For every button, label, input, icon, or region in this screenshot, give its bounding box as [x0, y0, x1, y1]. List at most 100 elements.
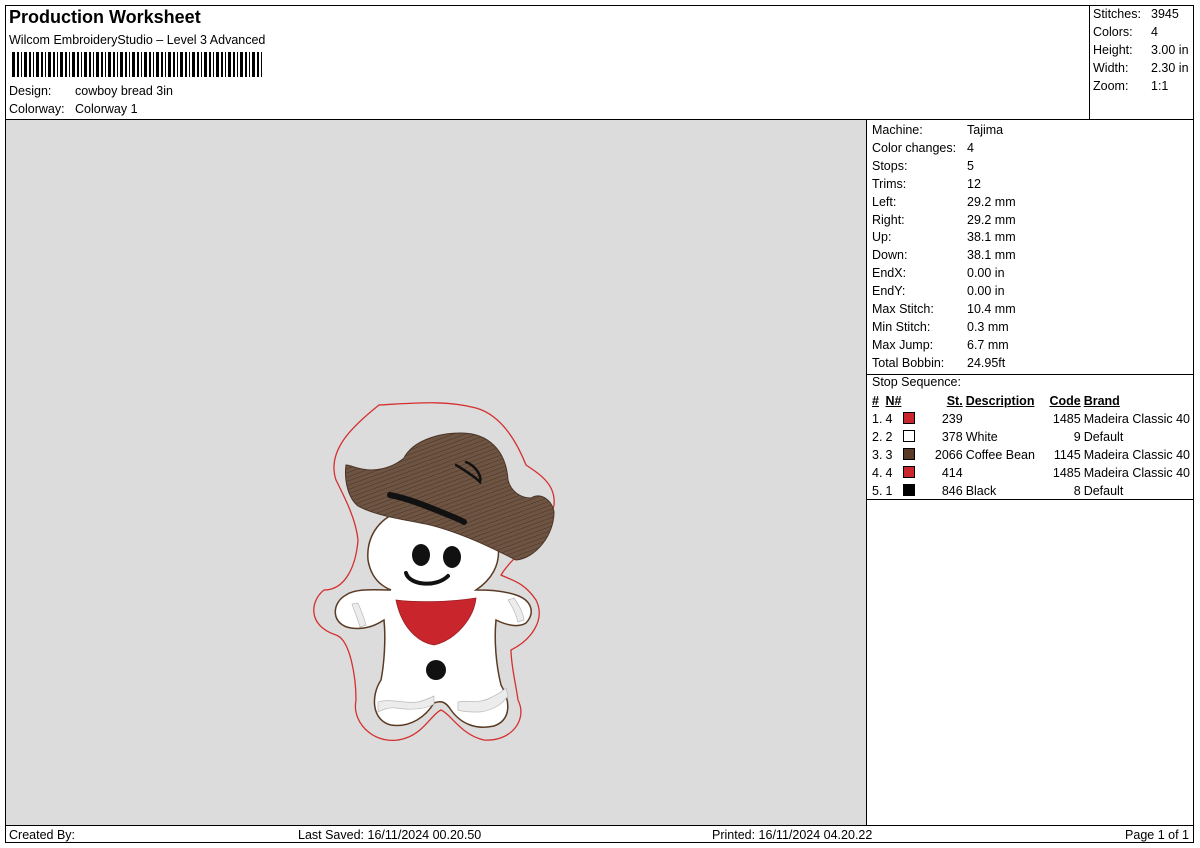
stop-brand: Madeira Classic 40: [1083, 412, 1190, 426]
stop-description: [966, 464, 1046, 482]
worksheet-header: Production Worksheet Wilcom EmbroiderySt…: [6, 6, 1089, 119]
barcode-bar: [257, 52, 259, 77]
barcode-bar: [12, 52, 15, 77]
machine-info-row: EndX: 0.00 in: [872, 266, 1005, 280]
stitches-stat: Stitches: 3945: [1093, 7, 1179, 21]
design-value: cowboy bread 3in: [75, 84, 173, 98]
machine-info-label: Color changes:: [872, 140, 957, 155]
color-swatch: [903, 412, 916, 424]
stop-brand: Madeira Classic 40: [1083, 466, 1190, 480]
barcode-bar: [237, 52, 238, 77]
worksheet-footer: Created By: Last Saved: 16/11/2024 00.20…: [6, 825, 1193, 843]
color-swatch: [903, 466, 916, 478]
barcode-bar: [228, 52, 231, 77]
machine-info-row: EndY: 0.00 in: [872, 284, 1005, 298]
design-row: Design: cowboy bread 3in: [9, 84, 173, 98]
barcode-bar: [180, 52, 183, 77]
machine-info-value: 38.1 mm: [967, 248, 1016, 263]
machine-info-label: Trims:: [872, 176, 907, 191]
machine-info-row: Machine: Tajima: [872, 123, 1003, 137]
machine-info-value: Tajima: [967, 123, 1004, 137]
design-preview: [6, 120, 867, 825]
colors-stat: Colors: 4: [1093, 25, 1158, 39]
barcode-bar: [197, 52, 199, 77]
machine-info-label: Max Stitch:: [872, 302, 934, 316]
colorway-label: Colorway:: [9, 102, 65, 116]
col-index-header: #: [872, 394, 879, 408]
stop-description: [966, 410, 1046, 428]
barcode-bar: [261, 52, 262, 77]
stop-index: 1.: [872, 412, 883, 426]
machine-info-row: Min Stitch: 0.3 mm: [872, 320, 1009, 334]
right-eye: [443, 546, 461, 568]
stop-index: 4.: [872, 466, 883, 480]
stop-sequence-header-row: # N# St. Description Code Brand: [872, 392, 1193, 410]
barcode-bar: [101, 52, 103, 77]
barcode-bar: [221, 52, 223, 77]
barcode-bar: [36, 52, 39, 77]
color-swatch: [903, 430, 916, 442]
barcode-bar: [165, 52, 166, 77]
body-button: [426, 660, 446, 680]
colors-label: Colors:: [1093, 25, 1133, 39]
page-title: Production Worksheet: [9, 7, 201, 27]
stop-stitches: 239: [941, 412, 963, 426]
zoom-value: 1:1: [1151, 79, 1169, 93]
barcode-bar: [48, 52, 51, 77]
stop-stitches: 414: [941, 466, 963, 480]
barcode-bar: [69, 52, 70, 77]
barcode-bar: [141, 52, 142, 77]
stop-code: 1485: [1052, 466, 1081, 480]
machine-info-row: Trims: 12: [872, 177, 981, 191]
machine-info-label: Stops:: [872, 158, 908, 173]
barcode-bar: [209, 52, 211, 77]
zoom-label: Zoom:: [1093, 79, 1129, 93]
stop-needle: 2: [885, 430, 893, 444]
stop-needle: 3: [885, 448, 893, 462]
stop-sequence-row: 4. 4 414 1485 Madeira Classic 40: [872, 464, 1193, 482]
stop-index: 5.: [872, 484, 883, 498]
barcode-bar: [149, 52, 151, 77]
barcode-bar: [213, 52, 214, 77]
barcode-bar: [132, 52, 135, 77]
stop-code: 1145: [1053, 448, 1081, 462]
machine-info-label: Machine:: [872, 123, 923, 137]
height-stat: Height: 3.00 in: [1093, 43, 1189, 57]
barcode-bar: [137, 52, 139, 77]
barcode-bar: [105, 52, 106, 77]
stop-sequence-row: 3. 3 2066 Coffee Bean 1145 Madeira Classic 40: [872, 446, 1193, 464]
design-label: Design:: [9, 84, 52, 98]
barcode-bar: [249, 52, 250, 77]
barcode-bar: [84, 52, 87, 77]
details-panel: Stop Sequence: # N# St. Description Code…: [867, 120, 1193, 825]
machine-info-row: Max Jump: 6.7 mm: [872, 338, 1009, 352]
barcode-bar: [125, 52, 127, 77]
barcode-bar: [177, 52, 178, 77]
col-code-header: Code: [1049, 394, 1081, 408]
stop-sequence-title: Stop Sequence:: [872, 375, 961, 389]
stop-needle: 1: [885, 484, 893, 498]
stop-brand: Default: [1083, 484, 1124, 498]
barcode-bar: [156, 52, 159, 77]
barcode-bar: [240, 52, 243, 77]
machine-info-value: 0.3 mm: [967, 319, 1009, 334]
machine-info-value: 6.7 mm: [967, 337, 1009, 352]
width-label: Width:: [1093, 61, 1129, 75]
machine-info-value: 5: [967, 158, 974, 173]
col-needle-header: N#: [885, 394, 902, 408]
stop-code: 8: [1073, 484, 1081, 498]
production-worksheet: Production Worksheet Wilcom EmbroiderySt…: [5, 5, 1194, 843]
machine-info-label: EndY:: [872, 284, 906, 299]
gingerbread-cowboy-design: [313, 402, 555, 741]
barcode-bar: [245, 52, 247, 77]
barcode-bar: [153, 52, 154, 77]
machine-info-value: 29.2 mm: [967, 194, 1016, 209]
barcode-bar: [17, 52, 19, 77]
printed-date: Printed: 16/11/2024 04.20.22: [712, 828, 873, 842]
machine-info-value: 12: [967, 176, 981, 191]
barcode-bar: [57, 52, 58, 77]
machine-info-label: EndX:: [872, 266, 907, 281]
stop-description: Black: [965, 484, 997, 498]
stop-code: 9: [1073, 430, 1081, 444]
machine-info-value: 4: [967, 140, 974, 155]
